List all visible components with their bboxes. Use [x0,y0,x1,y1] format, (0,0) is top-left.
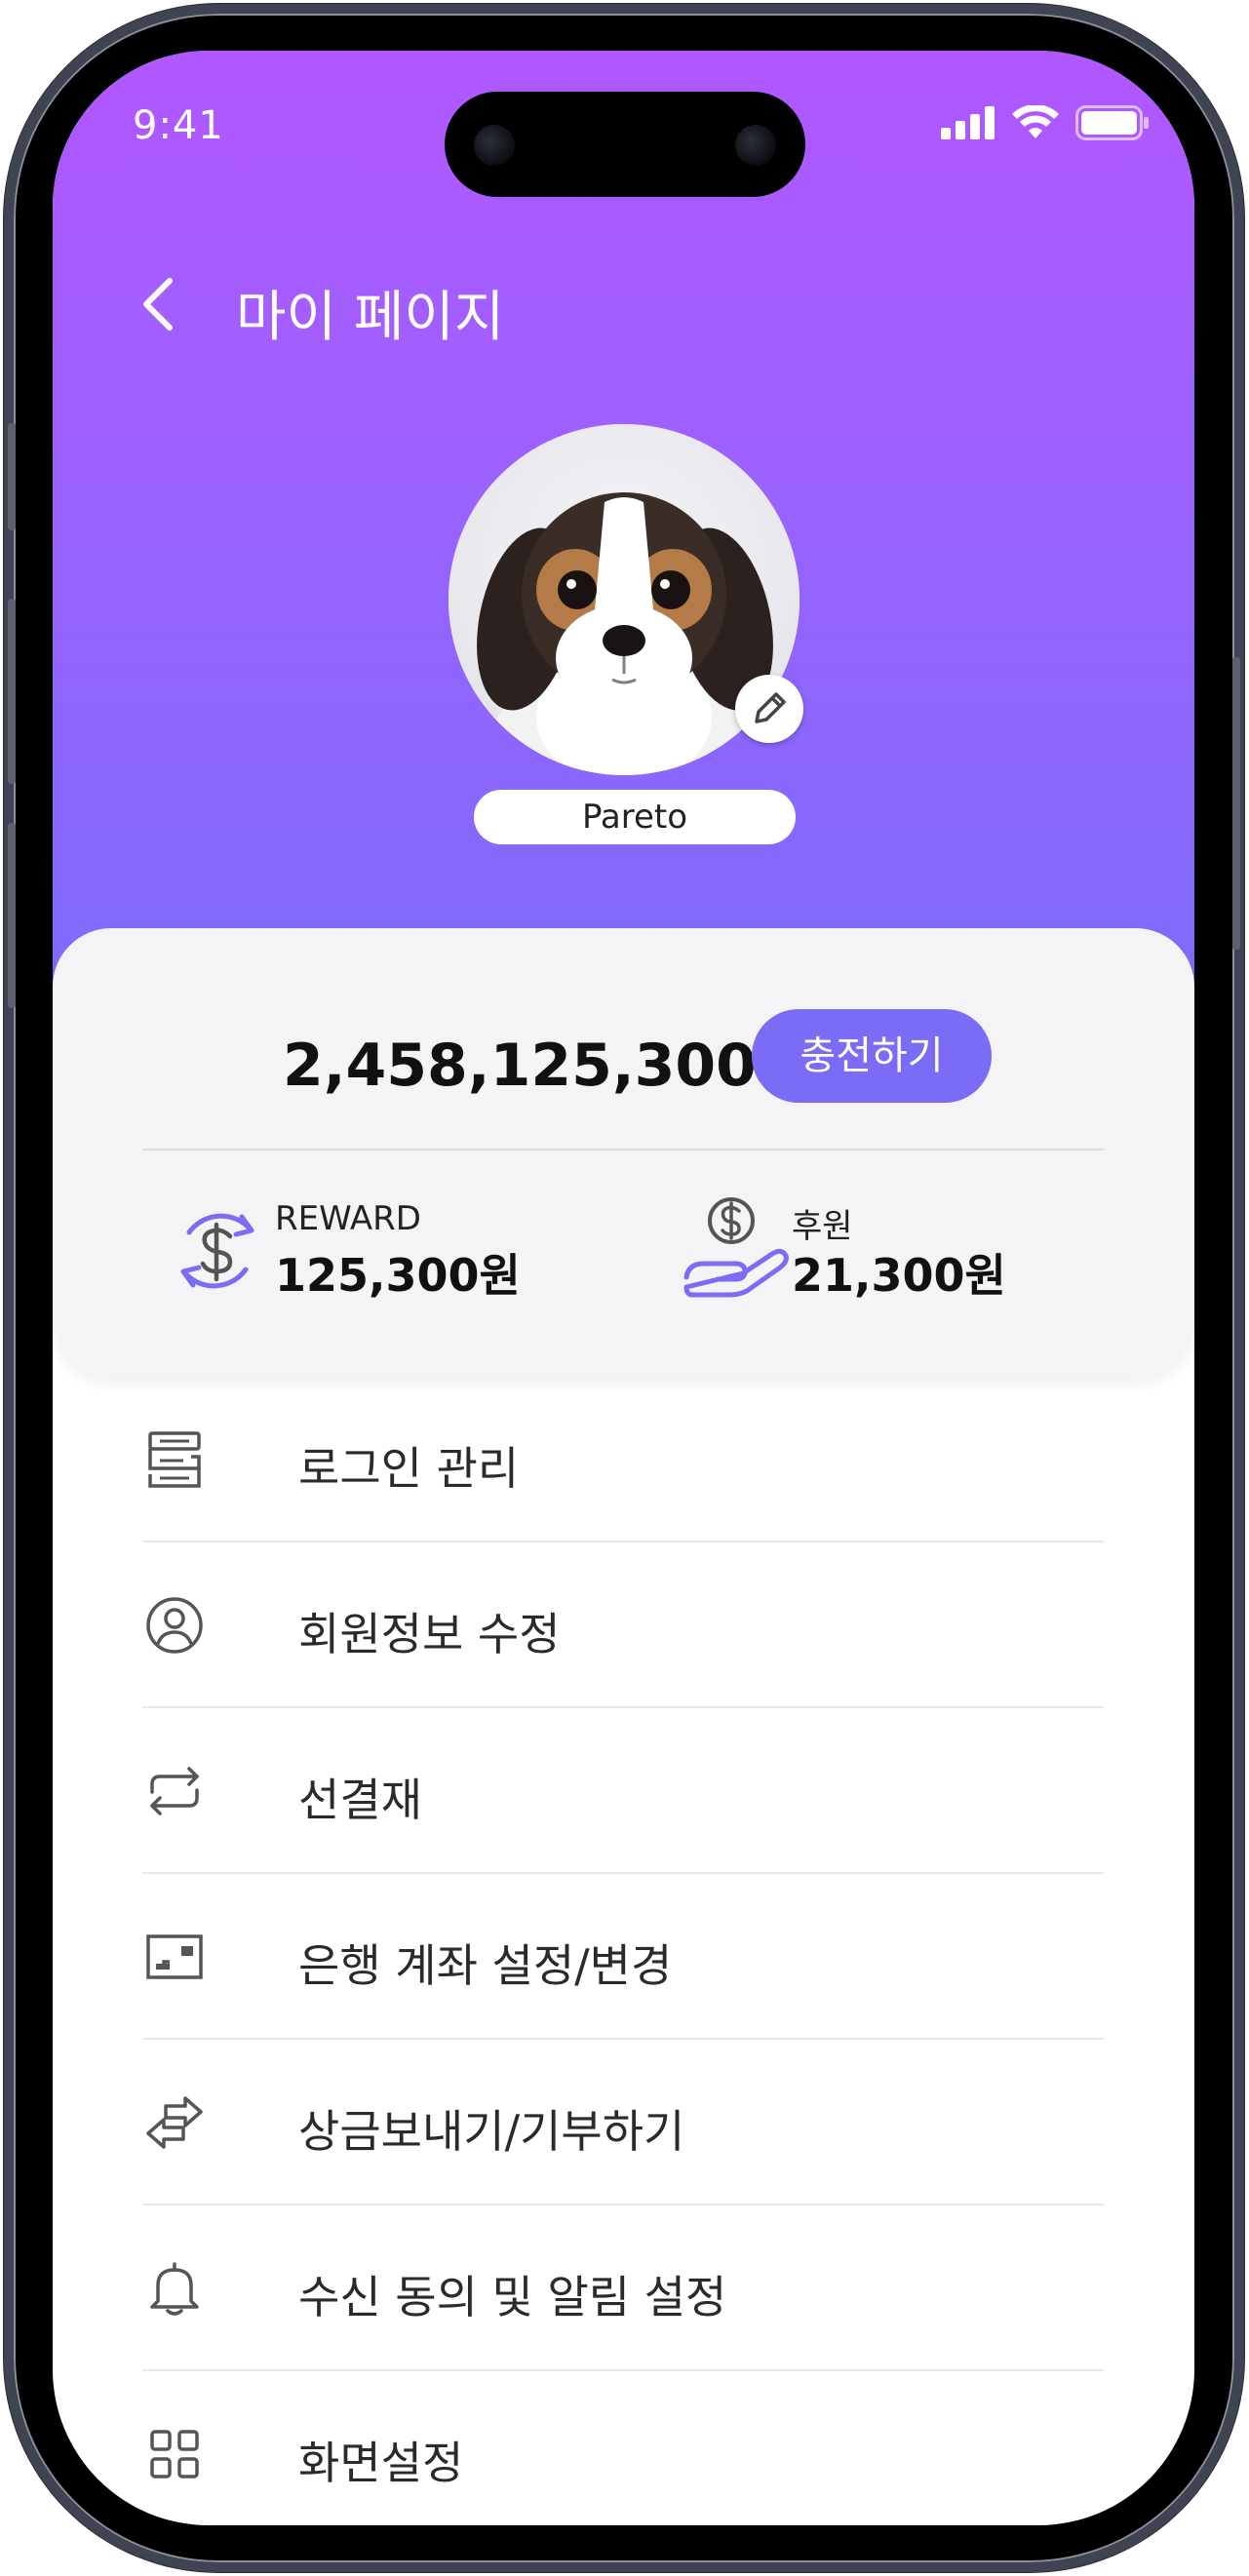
menu-label: 은행 계좌 설정/변경 [298,1939,673,1992]
donation-hand-icon [683,1197,789,1298]
menu-label: 로그인 관리 [298,1442,520,1495]
cellular-signal-icon [941,106,995,139]
donation-stat[interactable]: 후원 21,300원 [679,1191,1088,1308]
menu-label: 수신 동의 및 알림 설정 [298,2271,727,2323]
status-time: 9:41 [133,103,224,148]
menu-item-login-manage[interactable]: 로그인 관리 [142,1377,1104,1542]
mute-switch [8,423,16,530]
camera-lens-icon [474,125,515,166]
sensor-icon [735,125,776,166]
login-manage-icon [148,1431,201,1488]
transfer-icon [146,2096,203,2149]
card-divider [142,1149,1104,1151]
wifi-icon [1012,105,1059,138]
reward-value: 125,300원 [275,1249,521,1302]
menu-label: 회원정보 수정 [298,1608,561,1660]
repeat-icon [150,1767,199,1815]
pencil-icon [755,692,786,723]
battery-icon [1075,105,1149,140]
menu-item-display-settings[interactable]: 화면설정 [142,2371,1104,2525]
bell-icon [150,2262,199,2316]
status-bar: 9:41 [53,51,1194,197]
screen: 9:41 마이 페이지 Pareto 2,458,125,300원 충전하기 R… [53,51,1194,2525]
menu-item-bank-account[interactable]: 은행 계좌 설정/변경 [142,1874,1104,2040]
menu-item-notification-settings[interactable]: 수신 동의 및 알림 설정 [142,2205,1104,2371]
menu-item-edit-profile[interactable]: 회원정보 수정 [142,1542,1104,1708]
power-button [1232,657,1240,950]
dynamic-island [445,92,805,197]
user-circle-icon [146,1597,203,1654]
menu-item-send-prize[interactable]: 상금보내기/기부하기 [142,2040,1104,2205]
back-button[interactable] [131,275,189,333]
reward-stat[interactable]: REWARD 125,300원 [162,1191,571,1308]
grid-icon [150,2430,199,2478]
menu-label: 상금보내기/기부하기 [298,2105,685,2158]
volume-down-button [8,823,16,1008]
status-icons [941,105,1150,140]
chevron-left-icon [143,278,173,331]
reward-label: REWARD [275,1199,421,1238]
balance-amount: 2,458,125,300원 [283,1032,811,1100]
menu-item-prepay[interactable]: 선결재 [142,1708,1104,1874]
bank-account-icon [146,1934,203,1979]
donation-value: 21,300원 [792,1249,1006,1302]
charge-button[interactable]: 충전하기 [752,1009,992,1103]
volume-up-button [8,599,16,784]
profile-name: Pareto [474,790,796,844]
avatar-edit-button[interactable] [735,675,803,743]
menu-label: 선결재 [298,1774,422,1826]
menu-label: 화면설정 [298,2437,464,2489]
page-title: 마이 페이지 [236,286,505,349]
nav-bar: 마이 페이지 [53,255,1194,353]
reward-exchange-icon [180,1213,254,1289]
balance-card: 2,458,125,300원 충전하기 REWARD 125,300원 후원 2… [53,928,1194,1377]
